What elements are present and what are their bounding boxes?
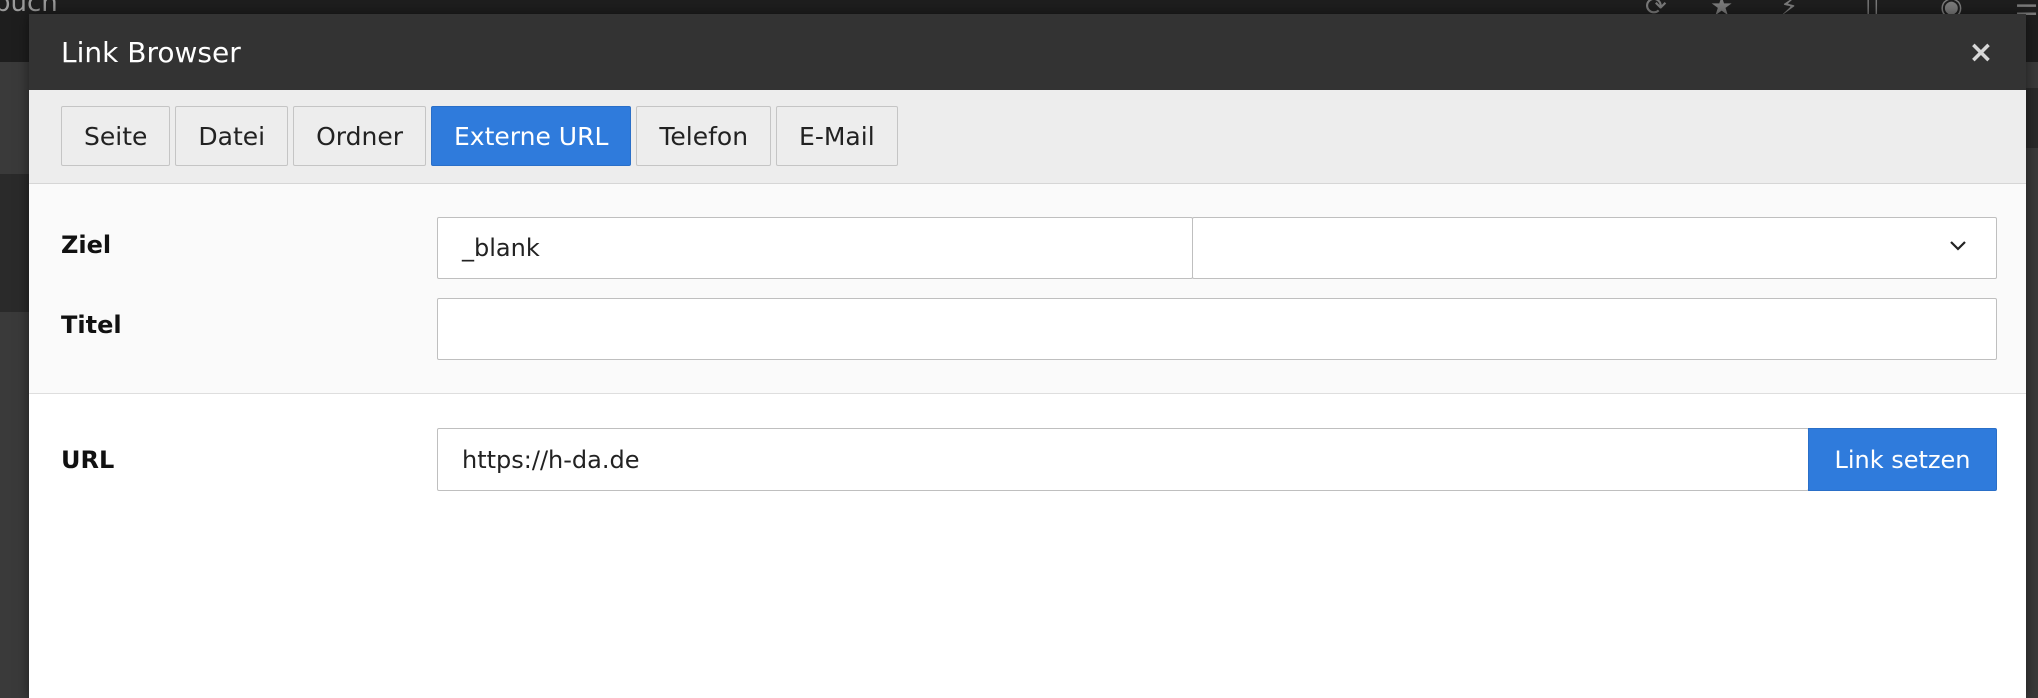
tab-telefon[interactable]: Telefon bbox=[636, 106, 772, 166]
link-browser-modal: Link Browser × Seite Datei Ordner Extern… bbox=[29, 14, 2026, 698]
title-input[interactable] bbox=[437, 298, 1997, 360]
url-input[interactable]: https://h-da.de bbox=[437, 428, 1809, 491]
tab-datei[interactable]: Datei bbox=[175, 106, 289, 166]
url-section: URL https://h-da.de Link setzen bbox=[29, 394, 2026, 698]
url-label: URL bbox=[61, 446, 115, 474]
modal-title: Link Browser bbox=[61, 35, 241, 69]
modal-header: Link Browser × bbox=[29, 14, 2026, 90]
target-input[interactable]: _blank bbox=[437, 217, 1193, 279]
chevron-down-icon bbox=[1950, 241, 1966, 251]
tab-ordner[interactable]: Ordner bbox=[293, 106, 426, 166]
title-label: Titel bbox=[61, 311, 122, 339]
link-type-tabs: Seite Datei Ordner Externe URL Telefon E… bbox=[29, 90, 2026, 184]
link-attributes-section: Ziel _blank Titel bbox=[29, 184, 2026, 394]
close-icon[interactable]: × bbox=[1966, 35, 1996, 70]
background-left-panel bbox=[0, 62, 29, 698]
tab-seite[interactable]: Seite bbox=[61, 106, 171, 166]
tab-e-mail[interactable]: E-Mail bbox=[776, 106, 898, 166]
link-setzen-button[interactable]: Link setzen bbox=[1808, 428, 1997, 491]
target-label: Ziel bbox=[61, 231, 112, 259]
tab-externe-url[interactable]: Externe URL bbox=[430, 106, 632, 166]
background-right-panel bbox=[2026, 62, 2038, 698]
target-select[interactable] bbox=[1192, 217, 1997, 279]
